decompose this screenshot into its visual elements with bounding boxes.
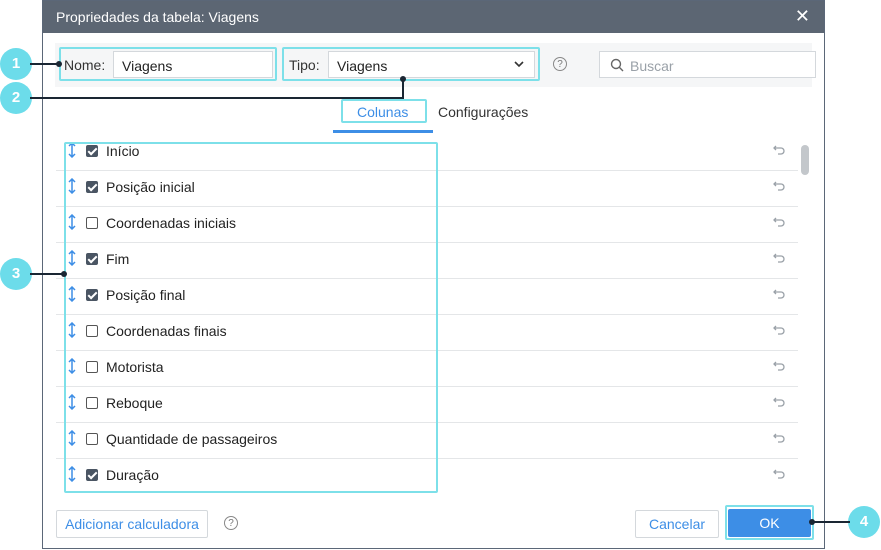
- chevron-down-icon: [514, 61, 524, 68]
- reset-icon[interactable]: [772, 467, 786, 481]
- search-placeholder: Buscar: [630, 58, 674, 74]
- type-select-value: Viagens: [337, 58, 388, 74]
- reset-icon[interactable]: [772, 323, 786, 337]
- callout-2-line: [30, 97, 404, 99]
- callout-4-line: [812, 521, 850, 523]
- name-input[interactable]: Viagens: [113, 51, 273, 78]
- name-label: Nome:: [64, 57, 106, 73]
- callout-2-dot: [400, 76, 406, 82]
- callout-2: 2: [0, 82, 32, 114]
- callout-4: 4: [848, 506, 880, 538]
- reset-icon[interactable]: [772, 359, 786, 373]
- active-tab-underline: [333, 130, 433, 133]
- tab-columns[interactable]: Colunas: [357, 104, 408, 120]
- scrollbar-thumb[interactable]: [801, 145, 809, 175]
- callout-3-line: [30, 273, 64, 275]
- dialog-titlebar: Propriedades da tabela: Viagens ✕: [43, 1, 824, 33]
- dialog-title: Propriedades da tabela: Viagens: [56, 9, 259, 25]
- reset-icon[interactable]: [772, 215, 786, 229]
- callout-1-dot: [56, 61, 62, 67]
- close-icon[interactable]: ✕: [795, 7, 810, 25]
- callout-3-dot: [61, 271, 67, 277]
- type-select[interactable]: Viagens: [328, 51, 535, 78]
- ok-button[interactable]: OK: [728, 509, 811, 537]
- columns-highlight: [64, 142, 438, 493]
- reset-icon[interactable]: [772, 287, 786, 301]
- callout-1: 1: [0, 48, 32, 80]
- reset-icon[interactable]: [772, 179, 786, 193]
- callout-4-dot: [809, 519, 815, 525]
- callout-3: 3: [0, 258, 32, 290]
- table-properties-dialog: Propriedades da tabela: Viagens ✕ Nome: …: [42, 0, 825, 549]
- cancel-button[interactable]: Cancelar: [635, 510, 719, 538]
- reset-icon[interactable]: [772, 431, 786, 445]
- callout-2-vline: [402, 79, 404, 99]
- reset-icon[interactable]: [772, 143, 786, 157]
- add-calculator-button[interactable]: Adicionar calculadora: [56, 510, 208, 538]
- footer-help-icon[interactable]: ?: [224, 516, 238, 530]
- reset-icon[interactable]: [772, 251, 786, 265]
- search-icon: [610, 58, 624, 72]
- properties-toolbar: Nome: Viagens Tipo: Viagens ? Buscar: [55, 43, 816, 87]
- search-input[interactable]: Buscar: [599, 51, 816, 78]
- reset-icon[interactable]: [772, 395, 786, 409]
- help-icon[interactable]: ?: [553, 57, 567, 71]
- tab-settings[interactable]: Configurações: [438, 104, 528, 120]
- type-label: Tipo:: [289, 57, 320, 73]
